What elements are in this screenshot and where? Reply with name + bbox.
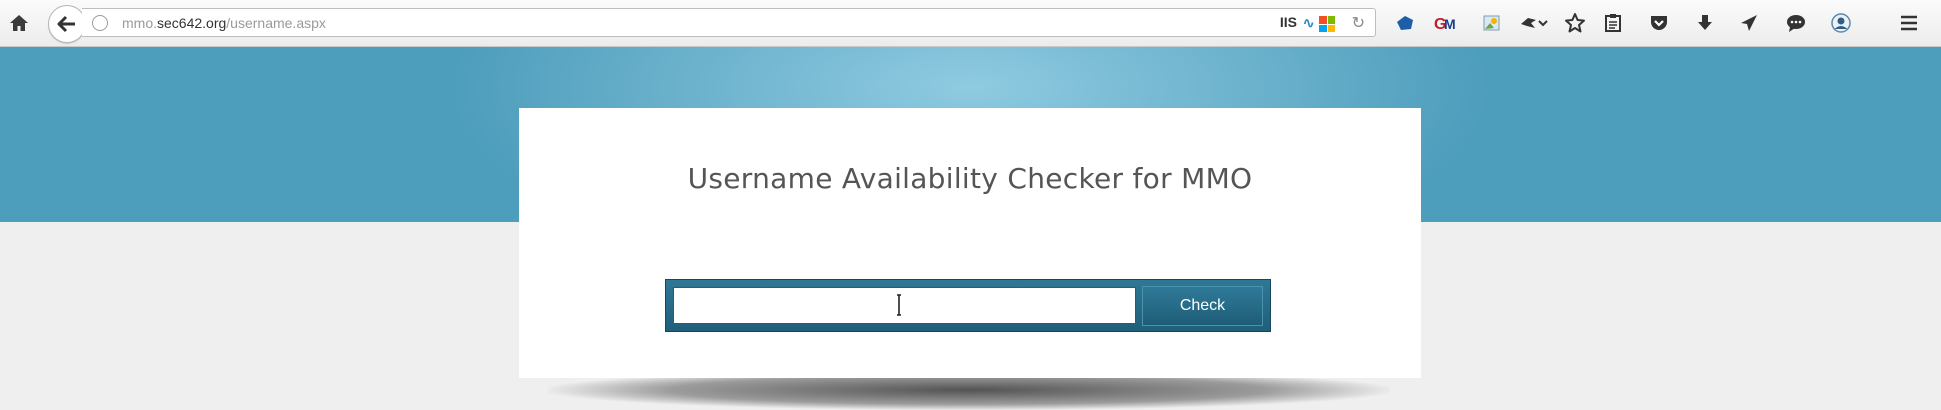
page-title: Username Availability Checker for MMO <box>687 162 1253 195</box>
bookmark-star-icon[interactable] <box>1562 10 1588 36</box>
browser-toolbar: mmo.sec642.org/username.aspx IIS ∿ ↻ GM <box>0 0 1941 47</box>
check-button[interactable]: Check <box>1142 286 1263 326</box>
url-text[interactable]: mmo.sec642.org/username.aspx <box>122 15 326 31</box>
text-cursor-icon <box>897 294 901 316</box>
download-icon[interactable] <box>1692 10 1718 36</box>
chat-icon[interactable] <box>1783 10 1809 36</box>
home-icon[interactable] <box>6 10 32 36</box>
extension-blue-icon[interactable] <box>1392 10 1418 36</box>
pocket-icon[interactable] <box>1646 10 1672 36</box>
address-bar[interactable]: mmo.sec642.org/username.aspx IIS ∿ ↻ <box>82 8 1376 37</box>
checker-card: Username Availability Checker for MMO Ch… <box>519 108 1421 378</box>
gmail-extension-icon[interactable]: GM <box>1433 10 1459 36</box>
username-input[interactable] <box>673 287 1136 324</box>
photo-extension-icon[interactable] <box>1479 10 1505 36</box>
hamburger-menu-icon[interactable] <box>1896 10 1922 36</box>
server-badge: IIS <box>1279 14 1297 30</box>
windows-logo-icon <box>1319 16 1335 32</box>
chevron-down-icon[interactable] <box>1536 10 1550 36</box>
profile-icon[interactable] <box>1828 10 1854 36</box>
svg-text:M: M <box>1444 16 1456 32</box>
globe-icon <box>92 15 108 31</box>
back-arrow-icon <box>57 15 75 33</box>
reader-view-icon[interactable] <box>1600 10 1626 36</box>
reload-icon[interactable]: ↻ <box>1352 13 1365 32</box>
iis-wave-icon: ∿ <box>1302 14 1315 32</box>
username-check-form: Check <box>665 279 1271 332</box>
send-icon[interactable] <box>1736 10 1762 36</box>
back-button[interactable] <box>48 5 86 43</box>
